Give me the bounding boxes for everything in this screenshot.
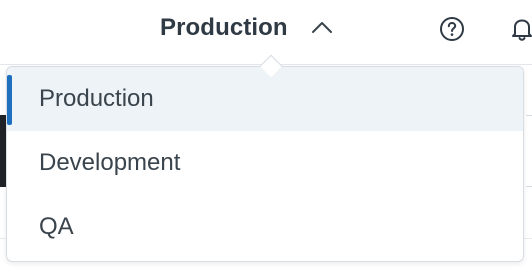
notifications-button[interactable] — [507, 14, 532, 44]
top-header: Production — [0, 0, 532, 60]
help-circle-icon — [440, 17, 464, 41]
chevron-up-icon — [311, 22, 332, 33]
background-panel-edge — [526, 115, 532, 187]
dropdown-option-development[interactable]: Development — [7, 131, 523, 195]
option-label: QA — [39, 213, 74, 240]
bell-icon — [512, 19, 532, 41]
dropdown-option-production[interactable]: Production — [7, 67, 523, 131]
option-label: Production — [39, 85, 154, 112]
help-button[interactable] — [437, 14, 467, 44]
environment-selector[interactable]: Production — [160, 8, 334, 48]
environment-title: Production — [160, 14, 288, 41]
dropdown-option-qa[interactable]: QA — [7, 195, 523, 259]
environment-dropdown: Production Development QA — [6, 54, 524, 262]
option-label: Development — [39, 149, 181, 176]
selected-indicator — [7, 75, 12, 125]
